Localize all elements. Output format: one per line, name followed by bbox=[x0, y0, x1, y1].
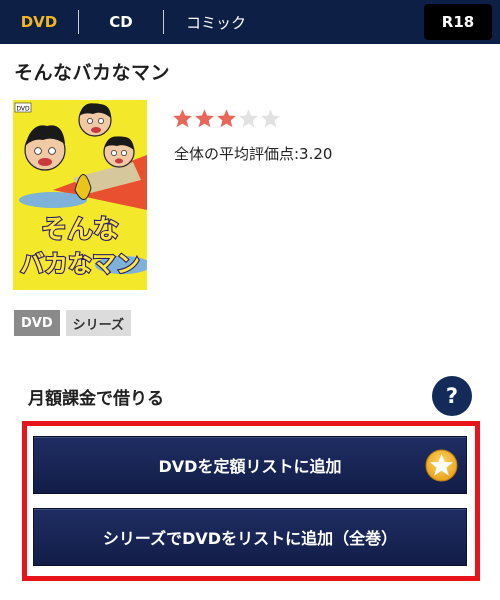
add-series-to-list-button[interactable]: シリーズでDVDをリストに追加（全巻） bbox=[33, 508, 467, 566]
star-filled-icon bbox=[217, 109, 236, 128]
star-filled-icon bbox=[195, 109, 214, 128]
star-filled-icon bbox=[173, 109, 192, 128]
tab-comic[interactable]: コミック bbox=[164, 0, 268, 44]
star-empty-icon bbox=[239, 109, 258, 128]
top-nav-bar: DVD CD コミック R18 bbox=[0, 0, 500, 44]
add-to-list-label: DVDを定額リストに追加 bbox=[158, 457, 342, 476]
tab-dvd[interactable]: DVD bbox=[0, 0, 78, 44]
svg-text:バカなマン: バカなマン bbox=[20, 250, 140, 278]
product-cover-image[interactable]: DVD そんな バカなマン bbox=[13, 100, 147, 290]
rating-stars bbox=[172, 108, 281, 129]
star-empty-icon bbox=[261, 109, 280, 128]
help-icon[interactable]: ? bbox=[432, 376, 472, 416]
svg-text:そんな: そんな bbox=[41, 215, 119, 245]
svg-text:DVD: DVD bbox=[16, 106, 30, 113]
add-series-label: シリーズでDVDをリストに追加（全巻） bbox=[102, 529, 398, 548]
average-rating-text: 全体の平均評価点:3.20 bbox=[174, 145, 333, 163]
add-to-list-button[interactable]: DVDを定額リストに追加 bbox=[33, 436, 467, 494]
star-badge-icon bbox=[425, 449, 458, 482]
tag-list: DVD シリーズ bbox=[14, 310, 132, 336]
cover-illustration: DVD そんな バカなマン bbox=[13, 100, 147, 290]
monthly-rental-heading: 月額課金で借りる bbox=[28, 389, 164, 409]
tab-cd[interactable]: CD bbox=[79, 0, 163, 44]
tag-series[interactable]: シリーズ bbox=[65, 310, 132, 336]
r18-button[interactable]: R18 bbox=[424, 4, 492, 40]
page-title: そんなバカなマン bbox=[14, 62, 171, 84]
tag-dvd[interactable]: DVD bbox=[14, 310, 60, 336]
